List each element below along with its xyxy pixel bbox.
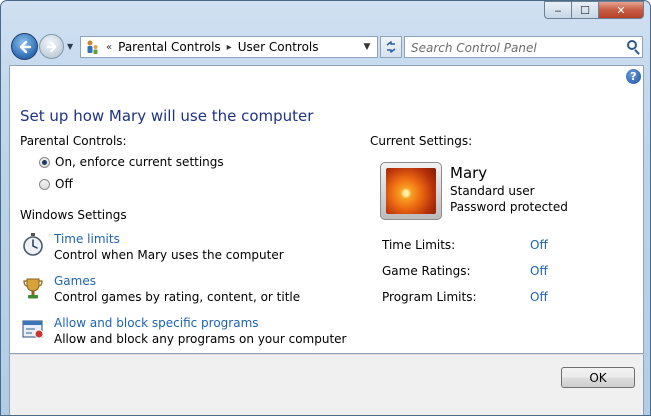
radio-on[interactable] [39,157,50,168]
refresh-button[interactable] [380,36,402,58]
radio-on-label[interactable]: On, enforce current settings [55,155,224,169]
current-settings-label: Current Settings: [370,134,473,148]
breadcrumb-user-controls[interactable]: User Controls [238,40,319,54]
radio-off-label[interactable]: Off [55,177,73,191]
program-window-icon [22,320,44,339]
minimize-icon: ‒ [554,3,562,17]
search-box[interactable] [404,36,643,58]
time-limits-description: Control when Mary uses the computer [54,248,284,262]
breadcrumb-parental-controls[interactable]: Parental Controls [118,40,221,54]
window: ‒ ☐ ✕ ▼ « Parental Controls ▸ User Contr… [0,0,651,416]
forward-arrow-icon [46,41,56,52]
game-ratings-setting-value: Off [530,264,548,278]
user-type: Standard user [450,184,535,198]
user-password-status: Password protected [450,200,568,214]
close-icon: ✕ [616,3,626,17]
content-pane: ? Set up how Mary will use the computer … [9,65,644,354]
program-limits-setting-label: Program Limits: [382,290,477,304]
back-button[interactable] [11,33,38,60]
breadcrumb-overflow-icon[interactable]: « [106,42,112,53]
recent-pages-dropdown[interactable]: ▼ [67,42,73,51]
radio-off[interactable] [39,179,50,190]
windows-settings-label: Windows Settings [20,208,127,222]
user-name: Mary [450,164,488,182]
time-limits-setting-label: Time Limits: [382,238,456,252]
page-title: Set up how Mary will use the computer [20,107,314,125]
close-button[interactable]: ✕ [598,1,644,19]
breadcrumb-separator-icon[interactable]: ▸ [227,42,232,53]
navigation-bar: ▼ « Parental Controls ▸ User Controls ▼ [9,31,644,63]
allow-block-programs-description: Allow and block any programs on your com… [54,332,347,346]
game-ratings-setting-label: Game Ratings: [382,264,471,278]
user-picture [380,162,442,220]
back-arrow-icon [19,40,31,53]
minimize-button[interactable]: ‒ [544,1,571,19]
parental-controls-label: Parental Controls: [20,134,127,148]
allow-block-programs-link[interactable]: Allow and block specific programs [54,316,259,330]
forward-button[interactable] [39,34,64,59]
parental-controls-icon [87,40,98,54]
games-link[interactable]: Games [54,274,96,288]
program-limits-setting-value: Off [530,290,548,304]
search-icon[interactable] [627,40,637,50]
flower-picture-icon [386,168,436,214]
search-input[interactable] [411,39,611,57]
help-icon[interactable]: ? [626,69,641,84]
address-bar[interactable]: « Parental Controls ▸ User Controls ▼ [80,36,378,58]
time-limits-link[interactable]: Time limits [54,232,120,246]
games-description: Control games by rating, content, or tit… [54,290,301,304]
address-dropdown-icon[interactable]: ▼ [358,37,376,57]
ok-button[interactable]: OK [561,367,635,388]
maximize-button[interactable]: ☐ [571,1,598,19]
time-limits-setting-value: Off [530,238,548,252]
caption-buttons: ‒ ☐ ✕ [544,1,644,19]
trophy-icon [23,278,43,299]
maximize-icon: ☐ [580,3,590,17]
stopwatch-icon [23,233,43,256]
refresh-icon [386,41,396,53]
footer-bar: OK [9,354,644,415]
